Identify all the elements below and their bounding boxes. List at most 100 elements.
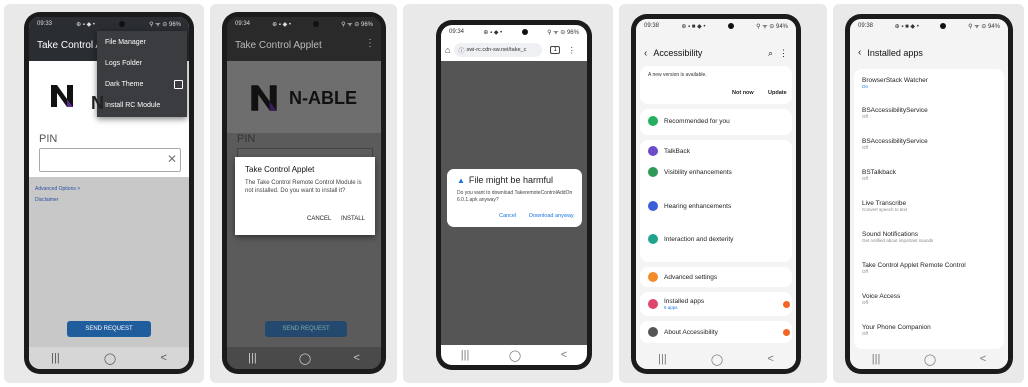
n-able-logo <box>49 83 75 109</box>
send-request-button[interactable]: SEND REQUEST <box>265 321 347 337</box>
list-item-advanced[interactable]: Advanced settings <box>648 272 717 282</box>
nav-bar: ||| ◯ < <box>441 345 587 365</box>
camera-hole <box>940 23 947 29</box>
status-time: 09:38 <box>644 23 660 29</box>
phone-5: 09:38 ⊕ ▪ ■ ◆ • ⚲ ᯤ ⊝ 94% ‹ Installed ap… <box>845 14 1013 374</box>
info-icon: ⓘ <box>458 48 465 55</box>
app-item-your-phone-companion[interactable]: Your Phone Companion Off <box>862 324 931 336</box>
disclaimer-link[interactable]: Disclaimer <box>35 197 58 203</box>
app-item-label: Your Phone Companion <box>862 324 931 331</box>
list-item-installed-apps[interactable]: Installed apps 5 apps <box>648 298 790 310</box>
app-item-label: BSAccessibilityService <box>862 107 928 114</box>
app-item-status: Off <box>862 331 868 336</box>
update-button[interactable]: Update <box>768 90 787 96</box>
send-request-button[interactable]: SEND REQUEST <box>67 321 151 337</box>
about-icon <box>648 327 658 337</box>
app-item-browserstack-watcher[interactable]: BrowserStack Watcher On <box>862 77 928 89</box>
status-time: 09:34 <box>449 29 465 35</box>
home-icon[interactable]: ⌂ <box>445 45 450 55</box>
app-item-label: Sound Notifications <box>862 231 919 238</box>
app-item-status: Off <box>862 269 868 274</box>
recents-icon[interactable]: ||| <box>461 349 470 361</box>
dialog-body: The Take Control Remote Control Module i… <box>245 180 362 194</box>
page-title: Accessibility <box>653 48 703 58</box>
list-item-talkback[interactable]: TalkBack <box>648 146 690 156</box>
list-item-label: Hearing enhancements <box>664 202 732 210</box>
search-icon[interactable]: ⌕ <box>768 48 773 59</box>
status-icons: ⊕ ▪ ◆ • <box>272 21 291 28</box>
app-item-bsaccessibility-1[interactable]: BSAccessibilityService Off <box>862 107 928 119</box>
app-item-live-transcribe[interactable]: Live Transcribe Convert speech to text <box>862 200 907 212</box>
panel-3: 09:34 ⊕ ▪ ◆ • ⚲ ᯤ ⊝ 96% ⌂ ⓘ swi-rc.cdn-s… <box>403 4 613 383</box>
advanced-options-link[interactable]: Advanced Options > <box>35 186 80 192</box>
list-item-visibility[interactable]: Visibility enhancements <box>648 167 732 177</box>
app-item-label: BSAccessibilityService <box>862 138 928 145</box>
app-item-sound-notifications[interactable]: Sound Notifications Get notified about i… <box>862 231 933 243</box>
url-bar[interactable]: ⓘ swi-rc.cdn-sw.net/take_c <box>454 43 543 57</box>
camera-hole <box>119 21 126 27</box>
pin-input[interactable]: ✕ <box>39 148 181 172</box>
recents-icon[interactable]: ||| <box>658 353 667 365</box>
logo-area: N-ABLE <box>227 61 381 133</box>
home-icon[interactable]: ◯ <box>711 353 723 366</box>
recents-icon[interactable]: ||| <box>872 353 881 365</box>
phone-4: 09:38 ⊕ ▪ ■ ◆ • ⚲ ᯤ ⊝ 94% ‹ Accessibilit… <box>631 14 801 374</box>
list-item-label: TalkBack <box>664 147 691 155</box>
menu-item-dark-theme[interactable]: Dark Theme <box>105 80 183 89</box>
notification-badge <box>783 328 790 336</box>
back-arrow-icon[interactable]: ‹ <box>644 48 647 59</box>
download-anyway-button[interactable]: Download anyway <box>529 213 574 219</box>
tab-count-icon[interactable]: 1 <box>550 46 560 54</box>
list-item-interaction[interactable]: Interaction and dexterity <box>648 234 733 244</box>
dark-theme-checkbox[interactable] <box>174 80 183 89</box>
phone-4-screen: 09:38 ⊕ ▪ ■ ◆ • ⚲ ᯤ ⊝ 94% ‹ Accessibilit… <box>636 19 796 369</box>
app-item-bstalkback[interactable]: BSTalkback Off <box>862 169 896 181</box>
phone-3: 09:34 ⊕ ▪ ◆ • ⚲ ᯤ ⊝ 96% ⌂ ⓘ swi-rc.cdn-s… <box>436 20 592 370</box>
cancel-button[interactable]: Cancel <box>499 213 516 219</box>
status-time: 09:34 <box>235 21 251 27</box>
overflow-menu-icon[interactable]: ⋮ <box>779 48 788 59</box>
app-item-voice-access[interactable]: Voice Access Off <box>862 293 900 305</box>
send-request-label: SEND REQUEST <box>282 326 330 332</box>
list-item-about[interactable]: About Accessibility <box>648 327 790 337</box>
list-item-label: Visibility enhancements <box>664 168 732 176</box>
list-item-recommended[interactable]: Recommended for you <box>648 116 730 126</box>
app-item-take-control-applet[interactable]: Take Control Applet Remote Control Off <box>862 262 966 274</box>
not-now-button[interactable]: Not now <box>732 90 754 96</box>
home-icon[interactable]: ◯ <box>924 353 936 366</box>
page-title: Installed apps <box>867 47 923 58</box>
update-card: A new version is available. Not now Upda… <box>640 66 792 104</box>
back-icon[interactable]: < <box>561 349 567 361</box>
status-bar: 09:34 ⊕ ▪ ◆ • ⚲ ᯤ ⊝ 96% <box>441 25 587 39</box>
app-title: Take Control Applet <box>235 40 322 51</box>
back-icon[interactable]: < <box>160 352 166 364</box>
status-icons: ⊕ ▪ ◆ • <box>483 29 503 36</box>
menu-item-logs-folder[interactable]: Logs Folder <box>105 60 142 67</box>
nav-bar: ||| ◯ < <box>850 349 1008 369</box>
recents-icon[interactable]: ||| <box>51 352 60 364</box>
app-item-status: Off <box>862 114 868 119</box>
menu-item-file-manager[interactable]: File Manager <box>105 39 146 46</box>
home-icon[interactable]: ◯ <box>509 349 521 362</box>
app-item-label: BrowserStack Watcher <box>862 77 928 84</box>
home-icon[interactable]: ◯ <box>299 352 311 365</box>
app-item-bsaccessibility-2[interactable]: BSAccessibilityService Off <box>862 138 928 150</box>
installed-apps-icon <box>648 299 658 309</box>
recents-icon[interactable]: ||| <box>248 352 257 364</box>
panel-4: 09:38 ⊕ ▪ ■ ◆ • ⚲ ᯤ ⊝ 94% ‹ Accessibilit… <box>619 4 827 383</box>
panel-2: 09:34 ⊕ ▪ ◆ • ⚲ ᯤ ⊝ 96% Take Control App… <box>210 4 397 383</box>
overflow-menu-icon[interactable]: ⋮ <box>568 46 576 55</box>
list-item-hearing[interactable]: Hearing enhancements <box>648 201 731 211</box>
app-item-status: Off <box>862 176 868 181</box>
home-icon[interactable]: ◯ <box>104 352 116 365</box>
dialog-install-button[interactable]: INSTALL <box>341 216 365 222</box>
menu-item-install-rc-module[interactable]: Install RC Module <box>105 102 160 109</box>
overflow-menu-icon[interactable]: ⋮ <box>365 38 375 49</box>
back-arrow-icon[interactable]: ‹ <box>858 47 861 58</box>
dialog-cancel-button[interactable]: CANCEL <box>307 216 331 222</box>
back-icon[interactable]: < <box>767 353 773 365</box>
pin-label: PIN <box>39 133 58 145</box>
close-icon[interactable]: ✕ <box>167 152 177 166</box>
back-icon[interactable]: < <box>980 353 986 365</box>
back-icon[interactable]: < <box>353 352 359 364</box>
